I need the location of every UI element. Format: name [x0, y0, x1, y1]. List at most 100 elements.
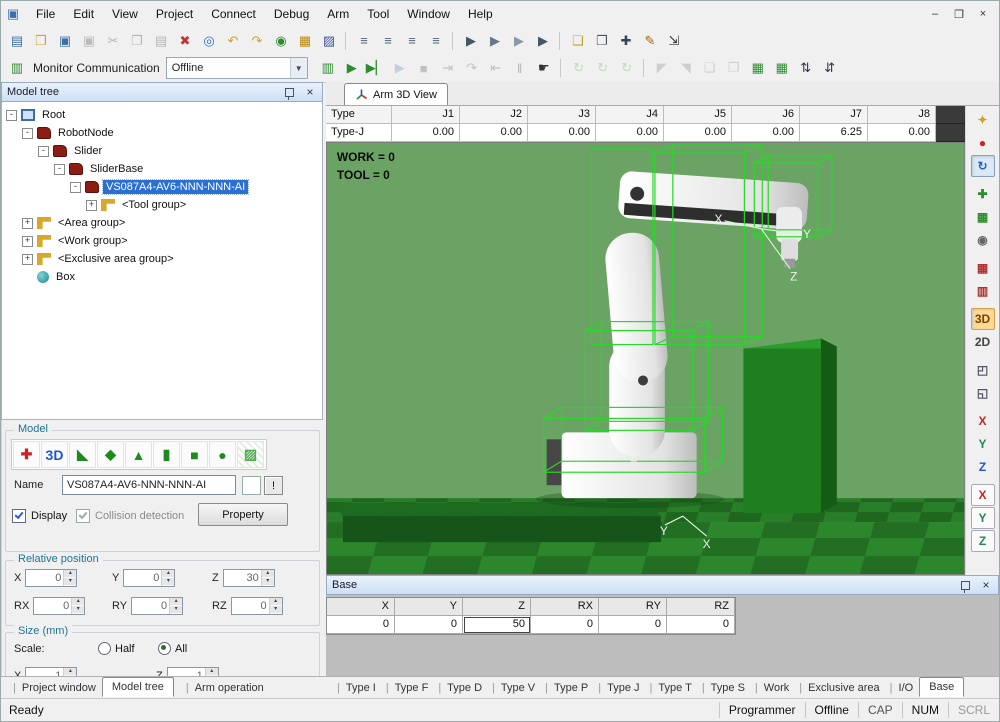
panel-tab[interactable]: Project window	[5, 679, 98, 697]
tree-expander-icon[interactable]: -	[38, 146, 49, 157]
shape-cone-icon[interactable]: ▲	[125, 441, 152, 468]
report-icon[interactable]: ▦	[294, 30, 316, 52]
menu-item[interactable]: Tool	[358, 3, 398, 25]
coordinate-tab[interactable]: Type T	[642, 679, 694, 697]
save-project-icon[interactable]: ▣	[54, 30, 76, 52]
spinner-buttons[interactable]: ▴▾	[269, 598, 282, 614]
step-into-icon[interactable]: ⇥	[437, 57, 459, 79]
ry-spinner[interactable]: 0▴▾	[131, 597, 183, 615]
toolbar-icon[interactable]	[643, 59, 646, 77]
joint-value-cell[interactable]: 0.00	[868, 124, 936, 142]
collision-detection-checkbox[interactable]: Collision detection	[76, 509, 184, 523]
spinner-buttons[interactable]: ▴▾	[71, 598, 84, 614]
spinner-buttons[interactable]: ▴▾	[169, 598, 182, 614]
redo-icon[interactable]: ↷	[246, 30, 268, 52]
tree-node-label[interactable]: <Exclusive area group>	[55, 252, 177, 266]
tree-expander-icon[interactable]: +	[22, 236, 33, 247]
arm-display-icon[interactable]: ✚	[971, 183, 995, 205]
tree-expander-icon[interactable]: +	[86, 200, 97, 211]
view-2d-icon[interactable]: 2D	[971, 331, 995, 353]
joint-value-cell[interactable]: 0.00	[732, 124, 800, 142]
breakpoint-icon[interactable]: ◉	[270, 30, 292, 52]
align-center-icon[interactable]: ≡	[377, 30, 399, 52]
tree-node-label[interactable]: Root	[39, 108, 68, 122]
flag-set-icon[interactable]: ◤	[651, 57, 673, 79]
run-step-icon[interactable]: ▶	[508, 30, 530, 52]
shape-none-icon[interactable]: ▨	[237, 441, 264, 468]
tree-node[interactable]: Box	[2, 268, 322, 286]
copy-icon[interactable]: ❐	[126, 30, 148, 52]
base-value-cell[interactable]: 0	[395, 616, 463, 634]
toolbar-icon[interactable]	[559, 32, 562, 50]
flag-clear-icon[interactable]: ◥	[675, 57, 697, 79]
axis-z-neg-view-icon[interactable]: Z	[971, 530, 995, 552]
rz-spinner[interactable]: 0▴▾	[231, 597, 283, 615]
run-fast-icon[interactable]: ▶	[532, 30, 554, 52]
sort-asc-icon[interactable]: ⇅	[795, 57, 817, 79]
paste-icon[interactable]: ▤	[150, 30, 172, 52]
axis-x-neg-view-icon[interactable]: X	[971, 484, 995, 506]
coordinate-tab[interactable]: Type D	[430, 679, 484, 697]
pen-tool-icon[interactable]: ✎	[639, 30, 661, 52]
toolbar-icon[interactable]	[345, 32, 348, 50]
tile-windows-icon[interactable]: ❏	[699, 57, 721, 79]
tree-node-label[interactable]: SliderBase	[87, 162, 146, 176]
record-view-icon[interactable]: ●	[971, 132, 995, 154]
spinner-buttons[interactable]: ▴▾	[63, 570, 76, 586]
close-button[interactable]: ×	[971, 5, 995, 23]
tree-node-label[interactable]: <Work group>	[55, 234, 131, 248]
menu-item[interactable]: Window	[398, 3, 459, 25]
minimize-button[interactable]: –	[923, 5, 947, 23]
front-view-icon[interactable]: ◱	[971, 382, 995, 404]
tree-node[interactable]: + <Tool group>	[2, 196, 322, 214]
open-project-icon[interactable]: ❒	[30, 30, 52, 52]
scale-half-radio[interactable]: Half	[98, 642, 135, 655]
io-monitor-icon[interactable]: ▦	[747, 57, 769, 79]
rx-value[interactable]: 0	[34, 598, 71, 614]
scale-all-radio[interactable]: All	[158, 642, 187, 655]
checkbox-icon[interactable]	[12, 509, 26, 523]
checkbox-icon[interactable]	[76, 509, 90, 523]
tree-node-label[interactable]: VS087A4-AV6-NNN-NNN-AI	[103, 180, 248, 194]
tree-node[interactable]: + <Exclusive area group>	[2, 250, 322, 268]
coordinate-tab[interactable]: Work	[747, 679, 791, 697]
base-value-cell[interactable]: 50	[463, 616, 531, 634]
display-checkbox[interactable]: Display	[12, 509, 67, 523]
menu-item[interactable]: Help	[459, 3, 502, 25]
base-value-cell[interactable]: 0	[327, 616, 395, 634]
tree-node[interactable]: - Slider	[2, 142, 322, 160]
play-to-end-icon[interactable]: ▶▏	[365, 57, 387, 79]
menu-item[interactable]: File	[27, 3, 64, 25]
axis-y-neg-view-icon[interactable]: Y	[971, 507, 995, 529]
save-icon[interactable]: ▣	[78, 30, 100, 52]
build-icon[interactable]: ▨	[318, 30, 340, 52]
refresh-view-icon[interactable]: ↻	[971, 155, 995, 177]
tree-node-label[interactable]: RobotNode	[55, 126, 117, 140]
color-swatch[interactable]	[242, 476, 261, 495]
panel-tab[interactable]: Model tree	[102, 677, 174, 697]
step-out-icon[interactable]: ⇤	[485, 57, 507, 79]
add-model-icon[interactable]: ✚	[13, 441, 40, 468]
z-value[interactable]: 30	[224, 570, 261, 586]
pin-icon[interactable]	[285, 88, 294, 97]
x-position-spinner[interactable]: 0▴▾	[25, 569, 77, 587]
coordinate-tab[interactable]: Base	[919, 677, 964, 697]
chevron-down-icon[interactable]: ▼	[290, 58, 307, 78]
indent-icon[interactable]: ≡	[401, 30, 423, 52]
tree-expander-icon[interactable]: +	[22, 254, 33, 265]
warning-button[interactable]: !	[264, 476, 283, 495]
rx-spinner[interactable]: 0▴▾	[33, 597, 85, 615]
rz-value[interactable]: 0	[232, 598, 269, 614]
new-window-icon[interactable]: ❏	[567, 30, 589, 52]
play-icon[interactable]: ▶	[341, 57, 363, 79]
step-over-icon[interactable]: ↷	[461, 57, 483, 79]
sort-desc-icon[interactable]: ⇵	[819, 57, 841, 79]
base-value-cell[interactable]: 0	[531, 616, 599, 634]
tree-expander-icon[interactable]: -	[54, 164, 65, 175]
restore-button[interactable]: ❐	[947, 5, 971, 23]
tree-node-label[interactable]: <Tool group>	[119, 198, 189, 212]
tree-node[interactable]: - RobotNode	[2, 124, 322, 142]
joint-value-cell[interactable]: 0.00	[664, 124, 732, 142]
radio-icon[interactable]	[98, 642, 111, 655]
cascade-windows-icon[interactable]: ❐	[723, 57, 745, 79]
